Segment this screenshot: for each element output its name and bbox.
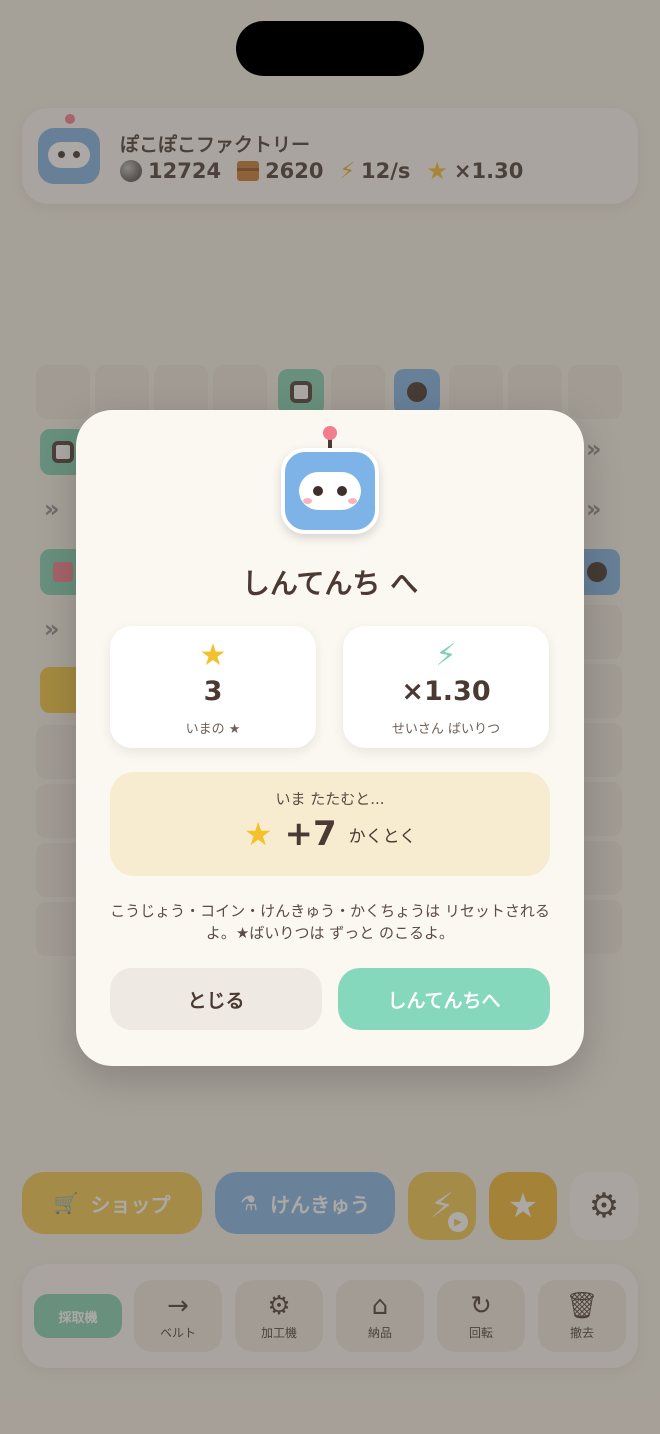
reset-notice: こうじょう・コイン・けんきゅう・かくちょうは リセットされるよ。★ばいりつは ず… (110, 902, 550, 942)
close-button[interactable]: とじる (110, 968, 322, 1030)
modal-title: しんてんち へ (241, 567, 419, 600)
prestige-modal: しんてんち へ ★ 3 いまの ★ ⚡ ×1.30 せいさん ばいりつ いま た… (76, 410, 584, 1066)
current-stars-value: 3 (203, 676, 223, 707)
gain-intro: いま たたむと... (275, 790, 385, 808)
star-icon: ★ (199, 638, 227, 673)
production-multiplier-value: ×1.30 (401, 676, 491, 707)
production-multiplier-label: せいさん ばいりつ (391, 722, 501, 737)
gain-value: +7 (284, 814, 337, 854)
current-stars-card: ★ 3 いまの ★ (110, 626, 316, 748)
dynamic-island (236, 21, 424, 76)
current-stars-label: いまの ★ (185, 722, 241, 737)
gain-row: ★ +7 かくとく (110, 814, 550, 854)
star-icon: ★ (243, 815, 273, 853)
robot-mascot-icon (281, 426, 379, 536)
gain-suffix: かくとく (348, 826, 417, 847)
production-multiplier-card: ⚡ ×1.30 せいさん ばいりつ (343, 626, 549, 748)
lightning-icon: ⚡ (435, 638, 457, 673)
prestige-confirm-button[interactable]: しんてんちへ (338, 968, 550, 1030)
star-gain-panel: いま たたむと... ★ +7 かくとく (110, 772, 550, 876)
